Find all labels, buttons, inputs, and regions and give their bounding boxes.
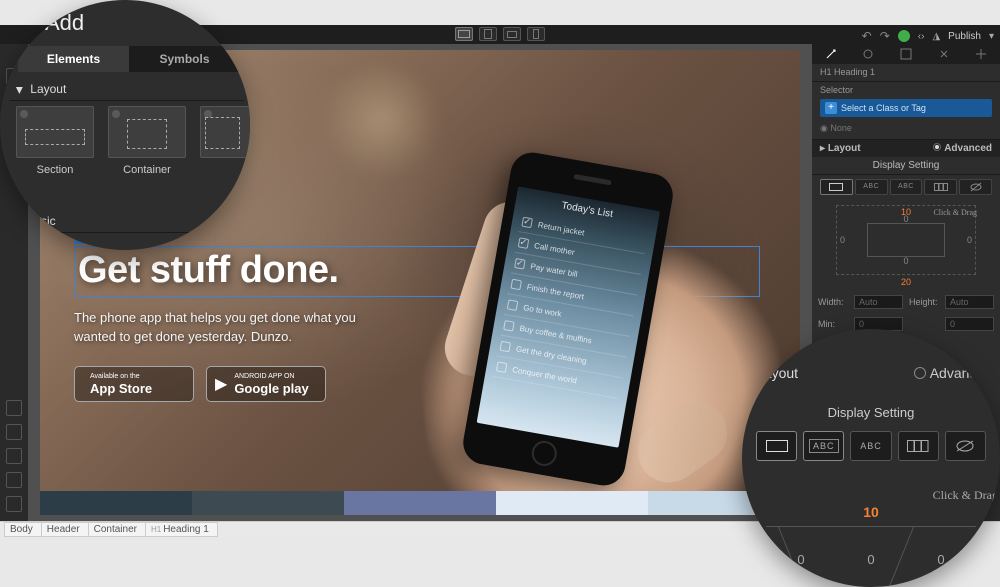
add-panel-title: Add	[45, 10, 84, 36]
selector-row: Selector + Select a Class or Tag ◉ None	[812, 82, 1000, 140]
googleplay-icon: ▶	[215, 374, 227, 394]
left-rail-bottom	[0, 400, 28, 518]
rail-tool-c-icon[interactable]	[6, 448, 22, 464]
add-layout-items: Section Container	[16, 106, 248, 176]
z2-section-header: Layout Advanced	[756, 361, 992, 385]
z2-box-model[interactable]: 10 △ 0 0 0	[766, 504, 976, 587]
device-tablet-landscape[interactable]	[503, 27, 521, 41]
tab-elements[interactable]: Elements	[18, 46, 129, 72]
element-columns[interactable]	[200, 106, 250, 176]
add-section-layout[interactable]: ▶ Layout	[10, 78, 244, 101]
add-section-basic[interactable]: ▶ Basic	[6, 210, 244, 233]
display-inline-block[interactable]: ABC	[855, 179, 888, 195]
element-container[interactable]: Container	[108, 106, 186, 176]
hero-hand-phone: Today's List Return jacketCall motherPay…	[340, 97, 780, 515]
redo-icon[interactable]: ↷	[880, 29, 890, 43]
display-flex[interactable]	[924, 179, 957, 195]
preview-icon[interactable]: ◮	[932, 31, 940, 42]
palette-strip	[40, 491, 800, 515]
device-desktop[interactable]	[455, 27, 473, 41]
z2-layout-label: Layout	[756, 365, 798, 381]
interactions-tab-icon[interactable]	[935, 47, 953, 61]
tab-symbols[interactable]: Symbols	[129, 46, 240, 72]
add-class-input[interactable]: + Select a Class or Tag	[820, 99, 992, 117]
rail-tool-e-icon[interactable]	[6, 496, 22, 512]
z2-drag-hint: Click & Drag	[933, 489, 998, 501]
appstore-button[interactable]: Available on the App Store	[74, 366, 194, 402]
publish-button[interactable]: Publish	[948, 31, 981, 42]
element-crumb: H1 Heading 1	[812, 64, 1000, 82]
z2-advanced-toggle[interactable]: Advanced	[914, 365, 992, 381]
settings-tab-icon[interactable]	[859, 47, 877, 61]
z2-display-row: ABC ABC	[756, 431, 986, 461]
z2-display-inline-block[interactable]: ABC	[803, 431, 844, 461]
box-model[interactable]: 10 0 0 0 0 Click & Drag 20	[812, 199, 1000, 291]
inherit-none: ◉ None	[820, 121, 992, 136]
breadcrumb-item[interactable]: Body	[4, 522, 42, 537]
caret-icon: ▶	[10, 219, 21, 226]
zoom-layout-panel: Layout Advanced Display Setting ABC ABC …	[742, 329, 1000, 587]
googleplay-button[interactable]: ▶ ANDROID APP ON Google play	[206, 366, 326, 402]
width-input[interactable]: Auto	[854, 295, 903, 309]
min-row: Min: 0 0	[812, 313, 1000, 335]
display-mode-row: ABC ABC	[812, 175, 1000, 199]
size-row: Width: Auto Height: Auto	[812, 291, 1000, 313]
z2-pad-center[interactable]: 0	[867, 552, 874, 567]
z2-display-block[interactable]	[756, 431, 797, 461]
plus-icon: +	[825, 102, 837, 114]
code-icon[interactable]: ‹›	[918, 31, 925, 42]
z2-pad-right[interactable]: 0	[937, 552, 944, 567]
z2-margin-top[interactable]: 10	[766, 504, 976, 520]
rail-tool-d-icon[interactable]	[6, 472, 22, 488]
rail-tool-b-icon[interactable]	[6, 424, 22, 440]
display-block[interactable]	[820, 179, 853, 195]
zoom-add-panel: Add Elements Symbols ▶ Layout Section Co…	[0, 0, 250, 250]
element-section[interactable]: Section	[16, 106, 94, 176]
undo-icon[interactable]: ↶	[862, 29, 872, 43]
z2-pad-left[interactable]: 0	[797, 552, 804, 567]
height-input[interactable]: Auto	[945, 295, 994, 309]
caret-icon: ▶	[14, 87, 25, 94]
breadcrumb-item[interactable]: H1Heading 1	[145, 522, 218, 537]
publish-caret-icon[interactable]: ▾	[989, 31, 994, 42]
device-tablet[interactable]	[479, 27, 497, 41]
styles-tab-icon[interactable]	[822, 47, 840, 61]
breadcrumb-item[interactable]: Header	[41, 522, 89, 537]
z2-display-flex[interactable]	[898, 431, 939, 461]
add-panel-tabs: Elements Symbols	[18, 46, 240, 72]
z2-display-inline[interactable]: ABC	[850, 431, 891, 461]
hero-subhead[interactable]: The phone app that helps you get done wh…	[74, 309, 374, 347]
phone-todo-list: Return jacketCall motherPay water billFi…	[493, 211, 648, 399]
z2-display-none[interactable]	[945, 431, 986, 461]
effects-tab-icon[interactable]	[972, 47, 990, 61]
radio-icon	[914, 367, 926, 379]
display-none[interactable]	[959, 179, 992, 195]
rail-tool-a-icon[interactable]	[6, 400, 22, 416]
min-height-input[interactable]: 0	[945, 317, 994, 331]
layout-tab-icon[interactable]	[897, 47, 915, 61]
device-mobile[interactable]	[527, 27, 545, 41]
status-saved-icon	[898, 30, 910, 42]
drag-hint: Click & Drag	[933, 208, 977, 217]
breadcrumb-item[interactable]: Container	[88, 522, 146, 537]
device-switcher	[455, 27, 545, 41]
display-setting-label: Display Setting	[812, 157, 1000, 175]
layout-section-header[interactable]: ▸ Layout Advanced	[812, 140, 1000, 157]
display-inline[interactable]: ABC	[890, 179, 923, 195]
topbar-actions: ↶ ↷ ‹› ◮ Publish ▾	[862, 25, 994, 47]
z2-display-label: Display Setting	[742, 405, 1000, 420]
